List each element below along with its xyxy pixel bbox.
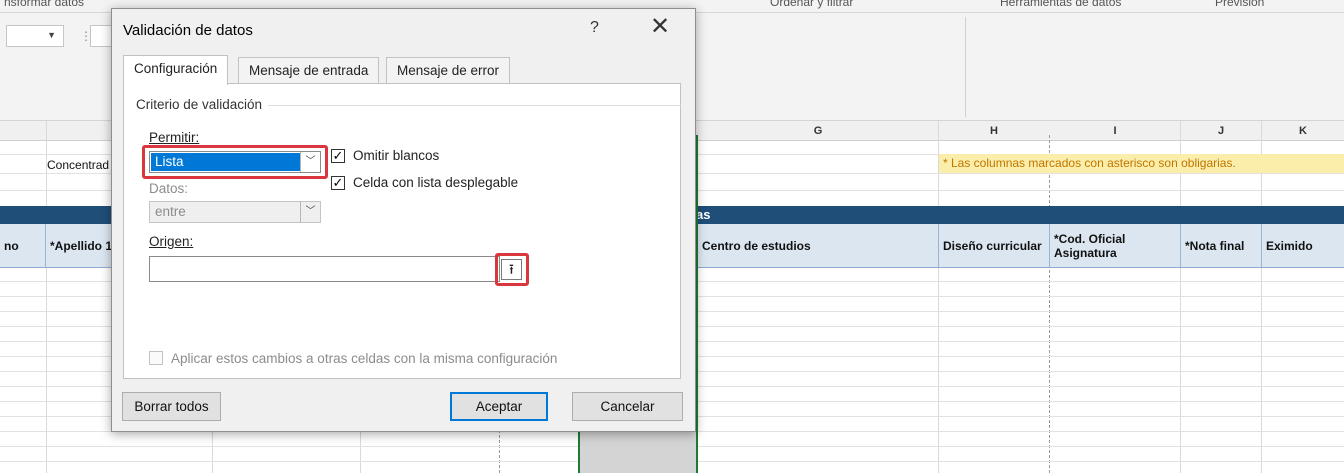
highlight-allow — [142, 145, 328, 179]
tab-settings[interactable]: Configuración — [123, 55, 229, 85]
data-dropdown[interactable]: entre ﹀ — [149, 201, 321, 223]
data-dropdown-value: entre — [155, 204, 186, 219]
apply-all-checkbox[interactable] — [149, 351, 163, 365]
source-input[interactable] — [149, 256, 500, 282]
data-validation-dialog: Validación de datos ? ✕ Configuración Me… — [111, 8, 696, 432]
data-label: Datos: — [149, 181, 189, 196]
in-cell-dropdown-label[interactable]: Celda con lista desplegable — [353, 175, 518, 190]
column-header-i[interactable]: I — [1050, 121, 1180, 140]
formula-bar-button[interactable] — [90, 25, 112, 47]
allow-label: Permitir: — [149, 130, 199, 145]
dialog-title: Validación de datos — [123, 22, 253, 39]
header-cell[interactable]: Diseño curricular — [939, 224, 1050, 267]
column-header-h[interactable]: H — [939, 121, 1049, 140]
ok-button[interactable]: Aceptar — [450, 392, 548, 421]
header-cell[interactable]: Centro de estudios — [698, 224, 939, 267]
column-header-j[interactable]: J — [1181, 121, 1261, 140]
source-label-text: Origen: — [149, 234, 194, 249]
clear-all-label: Borrar todos — [134, 399, 209, 414]
help-icon[interactable]: ? — [590, 19, 599, 37]
source-label: Origen: — [149, 234, 193, 249]
cancel-button[interactable]: Cancelar — [572, 392, 683, 421]
ribbon-label-sort-filter: Ordenar y filtrar — [770, 0, 854, 9]
mandatory-columns-note[interactable]: * Las columnas marcados con asterisco so… — [939, 154, 1344, 173]
close-icon[interactable]: ✕ — [650, 15, 670, 39]
cell-concentrad[interactable]: Concentrad — [47, 158, 109, 172]
tab-error-alert[interactable]: Mensaje de error — [386, 57, 511, 84]
allow-label-text: Permitir: — [149, 130, 200, 145]
chevron-down-icon[interactable]: ▼ — [47, 30, 56, 40]
header-cell[interactable]: *Cod. Oficial Asignatura — [1050, 224, 1181, 267]
header-cell[interactable]: Eximido — [1262, 224, 1344, 267]
tab-input-message[interactable]: Mensaje de entrada — [238, 57, 380, 84]
ribbon-label-forecast: Previsión — [1215, 0, 1265, 9]
chevron-down-icon[interactable]: ﹀ — [300, 202, 320, 222]
highlight-collapse — [495, 253, 529, 286]
header-cell[interactable]: no — [0, 224, 46, 267]
table-title-text: as — [696, 207, 711, 222]
ribbon-label-transform: nsformar datos — [4, 0, 85, 9]
header-cell[interactable]: *Nota final — [1181, 224, 1262, 267]
in-cell-dropdown-checkbox[interactable]: ✓ — [331, 176, 345, 190]
validation-criteria-legend: Criterio de validación — [136, 97, 269, 112]
clear-all-button[interactable]: Borrar todos — [122, 392, 221, 421]
page-break-line — [1049, 135, 1050, 473]
ignore-blank-label[interactable]: Omitir blancos — [353, 148, 439, 163]
settings-panel: Criterio de validación Permitir: Lista ﹀… — [123, 83, 681, 379]
name-box[interactable]: ▼ — [6, 25, 64, 47]
apply-all-label[interactable]: Aplicar estos cambios a otras celdas con… — [171, 351, 557, 366]
column-header-g[interactable]: G — [698, 121, 938, 140]
column-header-k[interactable]: K — [1262, 121, 1344, 140]
ignore-blank-checkbox[interactable]: ✓ — [331, 149, 345, 163]
ribbon-label-data-tools: Herramientas de datos — [1000, 0, 1122, 9]
ribbon-separator — [965, 17, 966, 117]
